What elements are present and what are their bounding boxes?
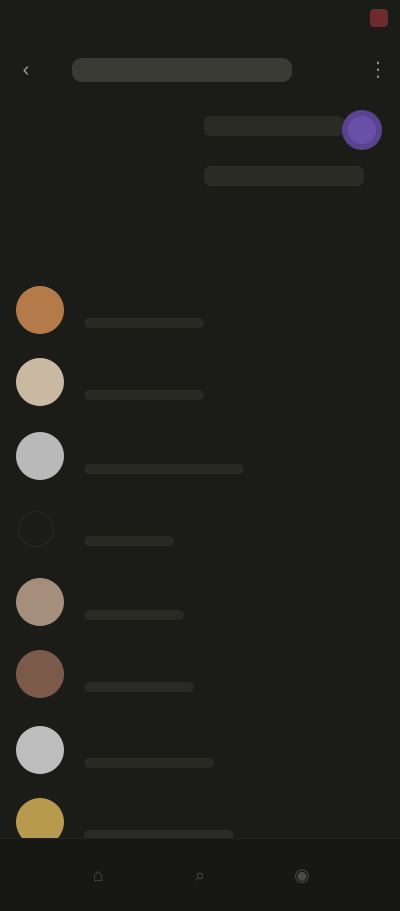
item-subline [84, 610, 184, 620]
home-icon[interactable]: ⌂ [78, 857, 118, 893]
item-subline [84, 758, 214, 768]
back-icon[interactable]: ‹ [14, 58, 38, 82]
avatar [16, 650, 64, 698]
meta-value-1 [204, 116, 344, 136]
search-icon[interactable]: ⌕ [180, 857, 220, 893]
list-item[interactable] [0, 352, 400, 412]
list-item[interactable] [0, 572, 400, 632]
avatar [16, 286, 64, 334]
list-item[interactable] [0, 280, 400, 340]
more-icon[interactable]: ⋮ [368, 58, 388, 82]
avatar [16, 358, 64, 406]
item-subline [84, 390, 204, 400]
item-subline [84, 682, 194, 692]
status-right [364, 9, 388, 27]
list-item[interactable] [0, 644, 400, 704]
top-bar: ‹ ⋮ [0, 48, 400, 92]
item-subline [84, 464, 244, 474]
bottom-navigation: ⌂ ⌕ ◉ [0, 838, 400, 911]
avatar [16, 432, 64, 480]
meta-section [0, 110, 400, 210]
meta-value-2 [204, 166, 364, 186]
list-item[interactable] [0, 426, 400, 486]
avatar [16, 726, 64, 774]
list-item[interactable] [0, 720, 400, 780]
notification-indicator [370, 9, 388, 27]
profile-icon[interactable]: ◉ [282, 857, 322, 893]
list-item[interactable] [0, 498, 400, 558]
item-subline [84, 536, 174, 546]
status-bar [0, 0, 400, 36]
page-title [72, 58, 292, 82]
avatar [16, 578, 64, 626]
avatar [18, 511, 54, 547]
item-subline [84, 318, 204, 328]
badge-avatar[interactable] [342, 110, 382, 150]
